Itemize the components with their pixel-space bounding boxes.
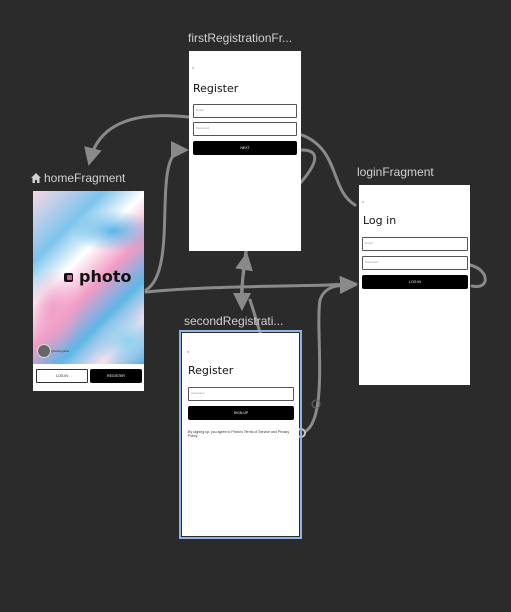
login-fragment-screen[interactable]: < Log in Email Password LOG IN <box>359 185 470 385</box>
arrow-first-to-login <box>300 133 357 207</box>
first-registration-fragment-screen[interactable]: < Register Email Password NEXT <box>189 51 301 251</box>
email-field[interactable]: Email <box>362 237 468 251</box>
pending-handle <box>311 399 321 409</box>
back-arrow-icon[interactable]: < <box>192 65 194 70</box>
back-arrow-icon[interactable]: < <box>362 199 364 204</box>
register-title: Register <box>193 82 239 95</box>
first-registration-fragment-label: firstRegistrationFr... <box>188 31 293 45</box>
second-registration-fragment-screen[interactable]: < Register Username SIGN UP By signing u… <box>179 330 302 539</box>
avatar <box>37 344 51 358</box>
arrow-home-to-login <box>144 275 358 294</box>
login-button[interactable]: LOG IN <box>362 275 468 289</box>
signup-button[interactable]: SIGN UP <box>188 406 294 420</box>
home-icon <box>31 173 41 183</box>
arrow-second-to-first <box>235 252 253 307</box>
home-fragment-title: homeFragment <box>44 171 126 185</box>
username-field[interactable]: Username <box>188 387 294 401</box>
arrow-first-to-home <box>84 114 190 166</box>
login-fragment-label: loginFragment <box>357 165 434 179</box>
author-credit: @artsbyjuliett <box>51 349 70 353</box>
arrow-home-to-first <box>144 141 189 292</box>
photo-logo-icon <box>64 273 73 282</box>
home-fragment-screen[interactable]: photo @artsbyjuliett LOG IN REGISTER <box>33 191 144 391</box>
register-title: Register <box>188 364 234 377</box>
terms-text: By signing up, you agree to Photo's Term… <box>188 430 290 438</box>
password-field[interactable]: Password <box>362 256 468 270</box>
arrow-second-to-login <box>300 276 358 435</box>
next-button[interactable]: NEXT <box>193 141 297 155</box>
login-title: Log in <box>363 214 397 227</box>
second-registration-fragment-label: secondRegistrati... <box>184 314 284 328</box>
navigation-graph-canvas[interactable]: homeFragment photo @artsbyjuliett LOG IN… <box>0 0 511 612</box>
register-button[interactable]: REGISTER <box>90 369 142 383</box>
login-button[interactable]: LOG IN <box>36 369 88 383</box>
home-fragment-label: homeFragment <box>31 171 125 185</box>
email-field[interactable]: Email <box>193 104 297 118</box>
back-arrow-icon[interactable]: < <box>187 349 189 354</box>
password-field[interactable]: Password <box>193 122 297 136</box>
arrow-login-self <box>468 263 487 288</box>
photo-logo-text: photo <box>79 267 132 286</box>
